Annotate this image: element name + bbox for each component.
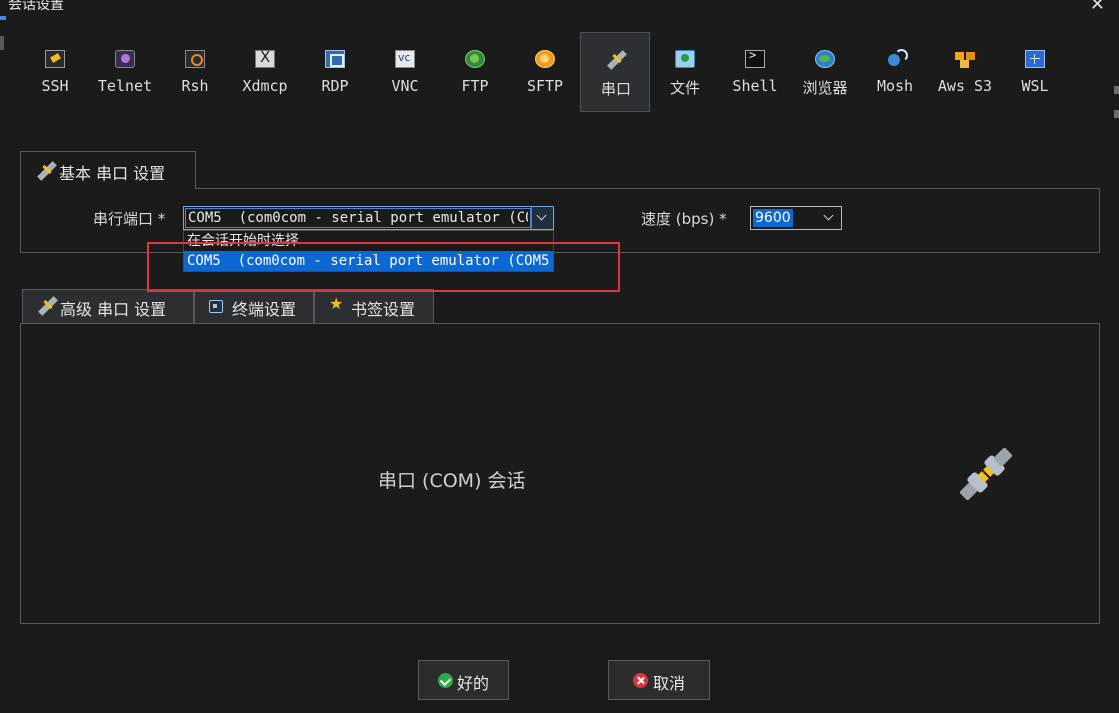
- serial-plug-icon: [606, 51, 626, 69]
- protocol-label: Mosh: [876, 77, 914, 95]
- ok-button[interactable]: 好的: [418, 660, 509, 700]
- star-icon: ★: [329, 294, 344, 313]
- annotation-highlight-box: [147, 242, 620, 292]
- protocol-sftp[interactable]: SFTP: [510, 32, 580, 112]
- background-window-edge: [0, 0, 6, 713]
- chevron-down-icon[interactable]: [819, 207, 841, 229]
- rdp-icon: [325, 50, 345, 68]
- ok-button-label: 好的: [457, 674, 490, 693]
- protocol-wsl[interactable]: WSL: [1000, 32, 1070, 112]
- speed-label: 速度 (bps) *: [641, 210, 727, 228]
- aws-s3-icon: [955, 50, 975, 68]
- session-type-caption: 串口 (COM) 会话: [378, 470, 526, 492]
- tab-label: 基本 串口 设置: [59, 164, 166, 183]
- protocol-label: Telnet: [97, 77, 153, 95]
- telnet-icon: [115, 50, 135, 68]
- key-icon: [45, 50, 65, 68]
- file-icon: [675, 50, 695, 68]
- check-icon: [438, 673, 453, 688]
- title-bar: 会话设置 ✕: [0, 0, 1119, 16]
- protocol-label: SSH: [41, 77, 69, 95]
- serial-plug-icon: [37, 297, 55, 315]
- protocol-label: Rsh: [181, 77, 209, 95]
- close-icon[interactable]: ✕: [1090, 0, 1105, 15]
- protocol-label: 文件: [669, 79, 700, 97]
- protocol-toolbar: SSH Telnet Rsh Xdmcp RDP VNC FTP SFTP 串口…: [20, 32, 1080, 112]
- protocol-xdmcp[interactable]: Xdmcp: [230, 32, 300, 112]
- protocol-label: Shell: [732, 77, 778, 95]
- terminal-icon: [209, 300, 223, 313]
- protocol-mosh[interactable]: Mosh: [860, 32, 930, 112]
- shell-icon: [745, 48, 765, 68]
- protocol-ssh[interactable]: SSH: [20, 32, 90, 112]
- protocol-vnc[interactable]: VNC: [370, 32, 440, 112]
- protocol-rdp[interactable]: RDP: [300, 32, 370, 112]
- protocol-label: FTP: [461, 77, 489, 95]
- tab-label: 高级 串口 设置: [60, 300, 167, 319]
- serial-plug-large-icon: [959, 447, 1013, 501]
- rsh-icon: [185, 50, 205, 68]
- xdmcp-icon: [255, 48, 275, 68]
- vnc-icon: [395, 50, 415, 68]
- protocol-label: WSL: [1021, 77, 1049, 95]
- protocol-label: Aws S3: [937, 77, 993, 95]
- protocol-ftp[interactable]: FTP: [440, 32, 510, 112]
- browser-icon: [815, 50, 835, 68]
- cancel-button-label: 取消: [653, 674, 686, 693]
- protocol-rsh[interactable]: Rsh: [160, 32, 230, 112]
- speed-combobox[interactable]: 9600: [750, 206, 842, 230]
- speed-value: 9600: [753, 209, 793, 227]
- sftp-icon: [535, 50, 555, 68]
- wsl-icon: [1025, 50, 1045, 68]
- protocol-label: 串口: [600, 80, 631, 98]
- protocol-browser[interactable]: 浏览器: [790, 32, 860, 112]
- protocol-serial[interactable]: 串口: [580, 32, 650, 112]
- mosh-icon: [885, 49, 908, 68]
- cancel-button[interactable]: 取消: [608, 660, 710, 700]
- tab-label: 终端设置: [232, 300, 297, 319]
- advanced-settings-panel: [20, 323, 1100, 624]
- chevron-down-icon[interactable]: [531, 207, 553, 229]
- protocol-shell[interactable]: Shell: [720, 32, 790, 112]
- background-window-edge-right: [1113, 20, 1119, 140]
- serial-port-combobox[interactable]: COM5 (com0com - serial port emulator (CO…: [183, 206, 554, 230]
- serial-plug-icon: [36, 162, 54, 180]
- tab-advanced-serial-settings[interactable]: 高级 串口 设置: [22, 289, 194, 323]
- tab-terminal-settings[interactable]: 终端设置: [194, 289, 314, 323]
- serial-port-value: COM5 (com0com - serial port emulator (CO…: [188, 210, 528, 226]
- protocol-label: SFTP: [526, 77, 564, 95]
- window-title: 会话设置: [8, 0, 64, 13]
- protocol-aws-s3[interactable]: Aws S3: [930, 32, 1000, 112]
- protocol-label: 浏览器: [802, 79, 848, 97]
- protocol-label: VNC: [391, 77, 419, 95]
- serial-port-label: 串行端口 *: [93, 210, 166, 228]
- protocol-label: RDP: [321, 77, 349, 95]
- protocol-file[interactable]: 文件: [650, 32, 720, 112]
- tab-bookmark-settings[interactable]: ★ 书签设置: [314, 289, 434, 323]
- tab-label: 书签设置: [351, 300, 416, 319]
- cancel-icon: [633, 673, 648, 688]
- ftp-globe-icon: [465, 50, 485, 68]
- protocol-label: Xdmcp: [242, 77, 288, 95]
- protocol-telnet[interactable]: Telnet: [90, 32, 160, 112]
- tab-basic-serial-settings[interactable]: 基本 串口 设置: [20, 151, 196, 189]
